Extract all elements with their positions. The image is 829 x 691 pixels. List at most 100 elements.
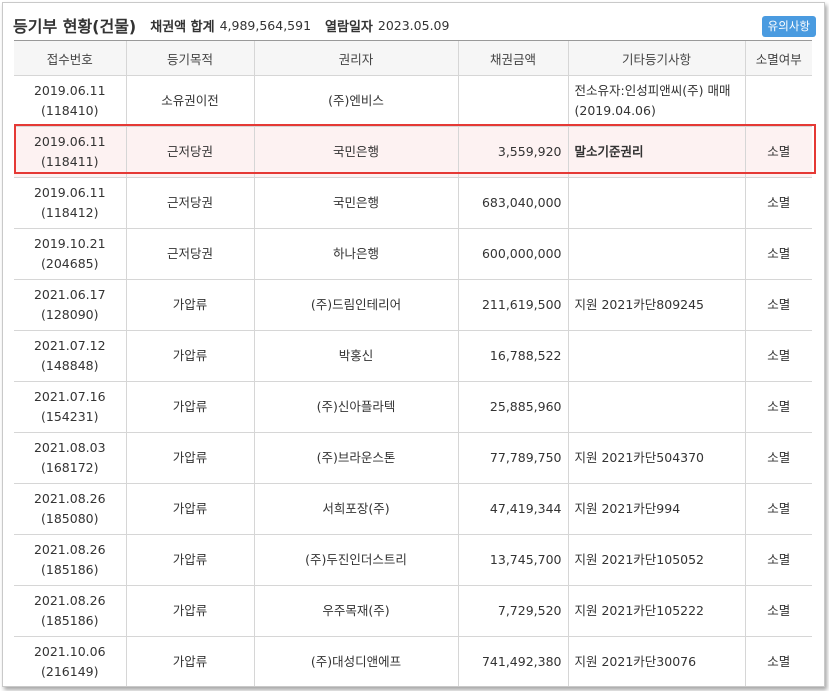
table-row: 2019.06.11 (118412) 근저당권 국민은행 683,040,000 소멸 (14, 177, 812, 229)
receipt-date: 2019.06.11 (33, 134, 106, 149)
date-value: 2023.05.09 (377, 17, 450, 33)
note-cell (567, 177, 745, 229)
col-header-amount: 채권금액 (457, 40, 568, 76)
note-cell: 지원 2021카단30076 (567, 636, 745, 686)
receipt-number: (118411) (41, 154, 99, 169)
receipt-date: 2019.06.11 (33, 83, 106, 98)
receipt-cell: 2021.07.16 (154231) (14, 381, 126, 433)
receipt-cell: 2021.06.17 (128090) (14, 279, 126, 331)
amount-cell: 77,789,750 (457, 432, 568, 484)
purpose-cell: 가압류 (125, 636, 254, 686)
extinction-cell: 소멸 (744, 126, 812, 178)
purpose-cell: 소유권이전 (125, 75, 254, 127)
holder-cell: (주)드림인테리어 (253, 279, 458, 331)
receipt-number: (204685) (41, 256, 99, 271)
receipt-number: (185186) (41, 562, 99, 577)
amount-cell: 47,419,344 (457, 483, 568, 535)
purpose-cell: 가압류 (125, 483, 254, 535)
receipt-date: 2019.10.21 (33, 236, 106, 251)
holder-cell: 박홍신 (253, 330, 458, 382)
extinction-cell (744, 75, 812, 127)
col-header-purpose: 등기목적 (125, 40, 254, 76)
registry-table: 접수번호 등기목적 권리자 채권금액 기타등기사항 소멸여부 2019.06.1… (14, 40, 812, 686)
amount-cell: 3,559,920 (457, 126, 568, 178)
registry-panel: 등기부 현황(건물) 채권액 합계 4,989,564,591 열람일자 202… (2, 2, 825, 687)
holder-cell: (주)브라운스톤 (253, 432, 458, 484)
receipt-number: (185186) (41, 613, 99, 628)
col-header-other-notes: 기타등기사항 (567, 40, 745, 76)
receipt-date: 2021.08.26 (33, 542, 106, 557)
amount-cell: 13,745,700 (457, 534, 568, 586)
note-cell (567, 228, 745, 280)
receipt-cell: 2019.06.11 (118410) (14, 75, 126, 127)
page-title: 등기부 현황(건물) (13, 17, 137, 36)
purpose-cell: 가압류 (125, 381, 254, 433)
table-row: 2021.08.26 (185186) 가압류 우주목재(주) 7,729,520 지원 … (14, 585, 812, 637)
total-label: 채권액 합계 (150, 19, 215, 35)
note-cell (567, 330, 745, 382)
amount-cell: 211,619,500 (457, 279, 568, 331)
purpose-cell: 근저당권 (125, 177, 254, 229)
holder-cell: 서희포장(주) (253, 483, 458, 535)
note-cell: 지원 2021카단105222 (567, 585, 745, 637)
receipt-number: (216149) (41, 664, 99, 679)
table-row: 2021.08.26 (185186) 가압류 (주)두진인더스트리 13,745,70… (14, 534, 812, 586)
receipt-number: (148848) (41, 358, 99, 373)
extinction-cell: 소멸 (744, 279, 812, 331)
holder-cell: 국민은행 (253, 126, 458, 178)
purpose-cell: 근저당권 (125, 228, 254, 280)
date-label: 열람일자 (325, 19, 373, 35)
amount-cell: 7,729,520 (457, 585, 568, 637)
purpose-cell: 가압류 (125, 432, 254, 484)
extinction-cell: 소멸 (744, 432, 812, 484)
receipt-number: (168172) (41, 460, 99, 475)
holder-cell: (주)신아플라텍 (253, 381, 458, 433)
receipt-date: 2021.08.26 (33, 491, 106, 506)
receipt-number: (154231) (41, 409, 99, 424)
note-cell (567, 381, 745, 433)
amount-cell: 600,000,000 (457, 228, 568, 280)
amount-cell: 683,040,000 (457, 177, 568, 229)
receipt-cell: 2019.06.11 (118411) (14, 126, 126, 178)
table-row: 2021.08.03 (168172) 가압류 (주)브라운스톤 77,789,750 지… (14, 432, 812, 484)
holder-cell: (주)두진인더스트리 (253, 534, 458, 586)
note-cell: 지원 2021카단809245 (567, 279, 745, 331)
table-row: 2019.06.11 (118410) 소유권이전 (주)엔비스 전소유자:인성피앤씨(… (14, 75, 812, 127)
notice-button[interactable]: 유의사항 (761, 16, 816, 37)
holder-cell: (주)대성디앤에프 (253, 636, 458, 686)
table-row: 2021.07.12 (148848) 가압류 박홍신 16,788,522 소멸 (14, 330, 812, 382)
extinction-cell: 소멸 (744, 636, 812, 686)
table-row: 2019.06.11 (118411) 근저당권 국민은행 3,559,920 말소기준권… (14, 126, 812, 178)
amount-cell (457, 75, 568, 127)
receipt-cell: 2021.08.26 (185186) (14, 534, 126, 586)
receipt-cell: 2019.06.11 (118412) (14, 177, 126, 229)
receipt-cell: 2021.08.26 (185186) (14, 585, 126, 637)
receipt-date: 2021.10.06 (33, 644, 106, 659)
purpose-cell: 가압류 (125, 585, 254, 637)
purpose-cell: 가압류 (125, 534, 254, 586)
col-header-extinction: 소멸여부 (744, 40, 812, 76)
note-cell: 말소기준권리 (567, 126, 745, 178)
table-row: 2021.06.17 (128090) 가압류 (주)드림인테리어 211,619,50… (14, 279, 812, 331)
receipt-number: (128090) (41, 307, 99, 322)
table-row: 2019.10.21 (204685) 근저당권 하나은행 600,000,000 소멸 (14, 228, 812, 280)
receipt-cell: 2021.07.12 (148848) (14, 330, 126, 382)
receipt-cell: 2021.08.26 (185080) (14, 483, 126, 535)
note-cell: 지원 2021카단994 (567, 483, 745, 535)
col-header-right-holder: 권리자 (253, 40, 458, 76)
receipt-number: (185080) (41, 511, 99, 526)
table-row: 2021.08.26 (185080) 가압류 서희포장(주) 47,419,344 지원… (14, 483, 812, 535)
extinction-cell: 소멸 (744, 483, 812, 535)
extinction-cell: 소멸 (744, 585, 812, 637)
receipt-date: 2021.07.12 (33, 338, 106, 353)
receipt-date: 2021.08.03 (33, 440, 106, 455)
table-row: 2021.10.06 (216149) 가압류 (주)대성디앤에프 741,492,38… (14, 636, 812, 686)
note-cell: 지원 2021카단504370 (567, 432, 745, 484)
purpose-cell: 가압류 (125, 330, 254, 382)
receipt-number: (118410) (41, 103, 99, 118)
extinction-cell: 소멸 (744, 534, 812, 586)
amount-cell: 741,492,380 (457, 636, 568, 686)
receipt-date: 2021.07.16 (33, 389, 106, 404)
table-row: 2021.07.16 (154231) 가압류 (주)신아플라텍 25,885,960 소… (14, 381, 812, 433)
extinction-cell: 소멸 (744, 177, 812, 229)
